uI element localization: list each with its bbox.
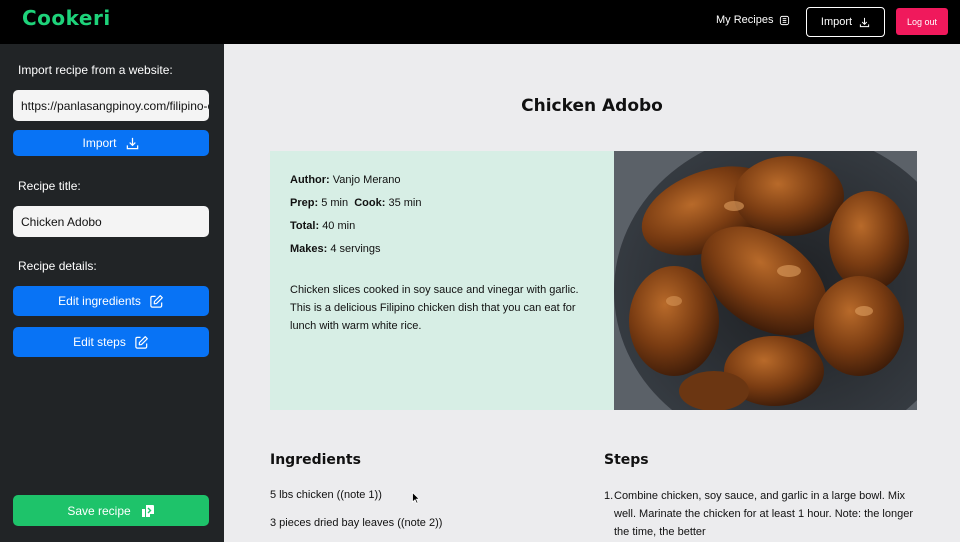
mouse-cursor-icon bbox=[412, 492, 420, 504]
cook-value: 35 min bbox=[388, 197, 422, 209]
makes-value: 4 servings bbox=[330, 243, 381, 255]
import-url-input[interactable]: https://panlasangpinoy.com/filipino-chi bbox=[13, 90, 209, 121]
save-recipe-label: Save recipe bbox=[67, 503, 131, 518]
recipe-total: Total: 40 min bbox=[290, 220, 355, 232]
ingredients-heading: Ingredients bbox=[270, 452, 361, 468]
my-recipes-label: My Recipes bbox=[716, 14, 774, 26]
prep-value: 5 min bbox=[321, 197, 349, 209]
recipe-makes: Makes: 4 servings bbox=[290, 243, 381, 255]
import-top-button[interactable]: Import bbox=[806, 7, 885, 37]
recipe-description: Chicken slices cooked in soy sauce and v… bbox=[290, 284, 579, 332]
author-value: Vanjo Merano bbox=[332, 174, 401, 186]
makes-label: Makes: bbox=[290, 243, 328, 255]
logout-button[interactable]: Log out bbox=[896, 8, 948, 35]
edit-ingredients-label: Edit ingredients bbox=[58, 294, 141, 308]
recipe-times: Prep: 5 min Cook: 35 min bbox=[290, 197, 421, 209]
edit-steps-button[interactable]: Edit steps bbox=[13, 327, 209, 357]
download-icon bbox=[859, 17, 870, 27]
import-button-label: Import bbox=[82, 136, 117, 150]
step-number: 1. bbox=[604, 490, 614, 502]
recipes-book-icon bbox=[780, 15, 790, 25]
download-icon bbox=[126, 137, 138, 149]
edit-ingredients-button[interactable]: Edit ingredients bbox=[13, 286, 209, 316]
sidebar: Import recipe from a website: https://pa… bbox=[0, 44, 224, 542]
edit-icon bbox=[135, 335, 148, 349]
import-top-label: Import bbox=[820, 16, 853, 28]
ingredient-item: 5 lbs chicken ((note 1)) bbox=[270, 489, 382, 501]
steps-heading: Steps bbox=[604, 452, 649, 468]
save-recipe-button[interactable]: Save recipe bbox=[13, 495, 209, 526]
import-button[interactable]: Import bbox=[13, 130, 209, 156]
recipe-photo bbox=[614, 151, 917, 410]
ingredient-item: 3 pieces dried bay leaves ((note 2)) bbox=[270, 517, 443, 529]
step-item: 1. Combine chicken, soy sauce, and garli… bbox=[604, 487, 916, 541]
my-recipes-link[interactable]: My Recipes bbox=[716, 14, 790, 26]
recipe-title: Chicken Adobo bbox=[521, 96, 663, 116]
edit-steps-label: Edit steps bbox=[73, 335, 126, 349]
chicken-adobo-image bbox=[614, 151, 917, 410]
app-logo[interactable]: Cookeri bbox=[22, 6, 111, 30]
step-text: Combine chicken, soy sauce, and garlic i… bbox=[614, 490, 913, 538]
import-url-label: Import recipe from a website: bbox=[18, 63, 173, 77]
top-bar: Cookeri My Recipes Import Log out bbox=[0, 0, 960, 44]
total-label: Total: bbox=[290, 220, 320, 232]
cook-label: Cook: bbox=[354, 197, 386, 209]
total-value: 40 min bbox=[322, 220, 356, 232]
author-label: Author: bbox=[290, 174, 330, 186]
recipe-details-label: Recipe details: bbox=[18, 259, 97, 273]
save-recipe-icon bbox=[141, 504, 154, 517]
recipe-author: Author: Vanjo Merano bbox=[290, 174, 400, 186]
recipe-title-input[interactable]: Chicken Adobo bbox=[13, 206, 209, 237]
recipe-title-label: Recipe title: bbox=[18, 179, 81, 193]
edit-icon bbox=[150, 294, 163, 308]
prep-label: Prep: bbox=[290, 197, 319, 209]
